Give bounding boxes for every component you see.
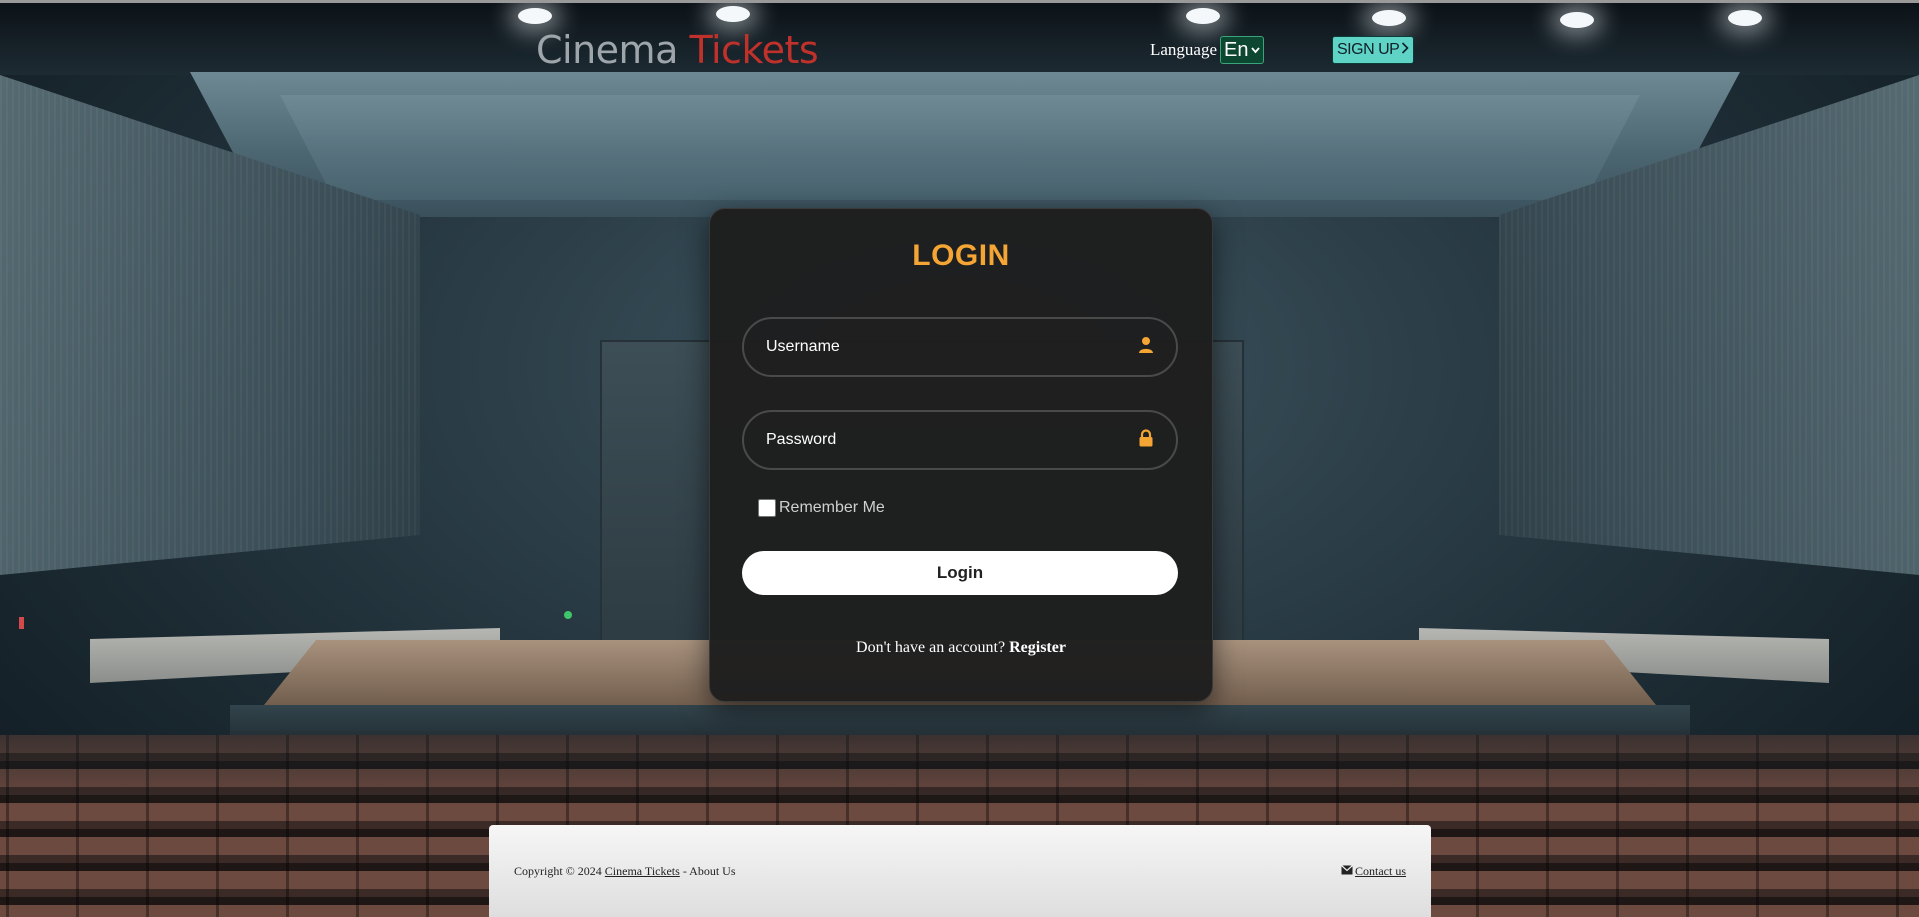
login-button[interactable]: Login bbox=[742, 551, 1178, 595]
top-border bbox=[0, 0, 1919, 3]
contact-label: Contact us bbox=[1355, 863, 1406, 878]
register-prompt: Don't have an account? Register bbox=[710, 595, 1212, 700]
about-us-link[interactable]: About Us bbox=[689, 864, 735, 878]
footer-brand-link[interactable]: Cinema Tickets bbox=[605, 864, 680, 878]
envelope-icon bbox=[1341, 864, 1353, 879]
ceiling-light bbox=[1372, 10, 1406, 26]
language-select[interactable]: En bbox=[1220, 36, 1264, 64]
username-field[interactable]: Username bbox=[742, 317, 1178, 377]
register-link[interactable]: Register bbox=[1009, 639, 1066, 657]
indicator-light bbox=[564, 611, 572, 619]
no-account-text: Don't have an account? bbox=[856, 638, 1006, 656]
ceiling-light bbox=[1560, 12, 1594, 28]
footer-left: Copyright © 2024 Cinema Tickets - About … bbox=[514, 864, 736, 879]
chevron-down-icon bbox=[1250, 43, 1260, 57]
footer-separator: - bbox=[682, 863, 687, 878]
contact-link[interactable]: Contact us bbox=[1341, 864, 1406, 879]
logo-text-tickets: Tickets bbox=[689, 28, 819, 72]
ceiling-band bbox=[0, 0, 1919, 75]
remember-me[interactable]: Remember Me bbox=[758, 499, 885, 517]
login-card: LOGIN Username Password Remember Me Logi… bbox=[709, 208, 1213, 702]
site-footer: Copyright © 2024 Cinema Tickets - About … bbox=[489, 825, 1431, 917]
chevron-right-icon bbox=[1401, 41, 1409, 59]
login-button-label: Login bbox=[936, 563, 984, 582]
username-placeholder: Username bbox=[766, 338, 840, 355]
user-icon bbox=[1138, 336, 1154, 359]
exit-light bbox=[19, 617, 24, 629]
remember-label: Remember Me bbox=[779, 499, 885, 516]
language-selector: Language En bbox=[1150, 36, 1264, 64]
ceiling-light bbox=[716, 6, 750, 22]
signup-button[interactable]: SIGN UP bbox=[1332, 36, 1415, 64]
password-placeholder: Password bbox=[766, 431, 837, 448]
remember-checkbox[interactable] bbox=[758, 499, 776, 517]
site-logo[interactable]: Cinema Tickets bbox=[536, 28, 819, 72]
lock-icon bbox=[1138, 428, 1154, 452]
password-field[interactable]: Password bbox=[742, 410, 1178, 470]
signup-label: SIGN UP bbox=[1337, 41, 1400, 58]
language-value: En bbox=[1224, 38, 1249, 61]
ceiling-inner-panel bbox=[280, 95, 1640, 200]
login-title: LOGIN bbox=[912, 239, 1010, 272]
logo-text-cinema: Cinema bbox=[536, 28, 678, 72]
ceiling-light bbox=[518, 8, 552, 24]
ceiling-light bbox=[1186, 8, 1220, 24]
ceiling-light bbox=[1728, 10, 1762, 26]
language-label: Language bbox=[1150, 40, 1218, 59]
copyright-text: Copyright © 2024 bbox=[514, 863, 602, 878]
